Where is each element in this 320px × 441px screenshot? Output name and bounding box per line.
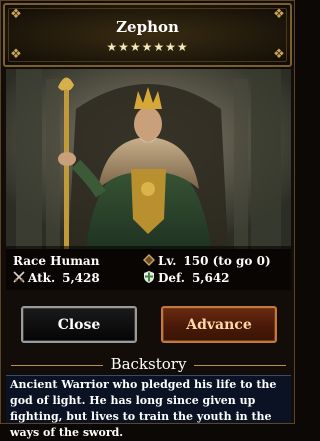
close-button[interactable]: Close	[21, 306, 137, 343]
stats-panel: Race Human Lv. 150 (to go 0) Atk. 5,428 De…	[6, 246, 291, 290]
race-stat: Race Human	[13, 253, 99, 269]
level-stat: Lv. 150 (to go 0)	[143, 253, 271, 269]
attack-value: 5,428	[62, 271, 100, 285]
attack-stat: Atk. 5,428	[13, 270, 100, 286]
defense-label: Def.	[158, 271, 185, 285]
hero-card: ❖ ❖ ❖ ❖ Zephon ★★★★★★★ Race Human Lv. 15…	[0, 0, 296, 439]
card-header: ❖ ❖ ❖ ❖ Zephon ★★★★★★★	[3, 3, 292, 67]
advance-button[interactable]: Advance	[161, 306, 277, 343]
crossed-swords-icon	[13, 271, 25, 283]
backstory-header: Backstory	[1, 355, 296, 375]
level-label: Lv.	[158, 254, 177, 268]
star-rating: ★★★★★★★	[106, 40, 189, 54]
defense-stat: Def. 5,642	[143, 270, 230, 286]
race-label: Race	[13, 254, 46, 268]
backstory-text: Ancient Warrior who pledged his life to …	[6, 375, 291, 439]
hero-name: Zephon	[116, 18, 179, 36]
backstory-title: Backstory	[110, 355, 187, 373]
attack-label: Atk.	[28, 271, 56, 285]
defense-value: 5,642	[191, 271, 230, 285]
shield-icon	[144, 271, 154, 283]
level-value: 150 (to go 0)	[183, 254, 271, 268]
diamond-icon	[143, 254, 155, 266]
race-value: Human	[50, 254, 100, 268]
hero-portrait	[6, 69, 291, 249]
portrait-artwork	[6, 69, 291, 249]
